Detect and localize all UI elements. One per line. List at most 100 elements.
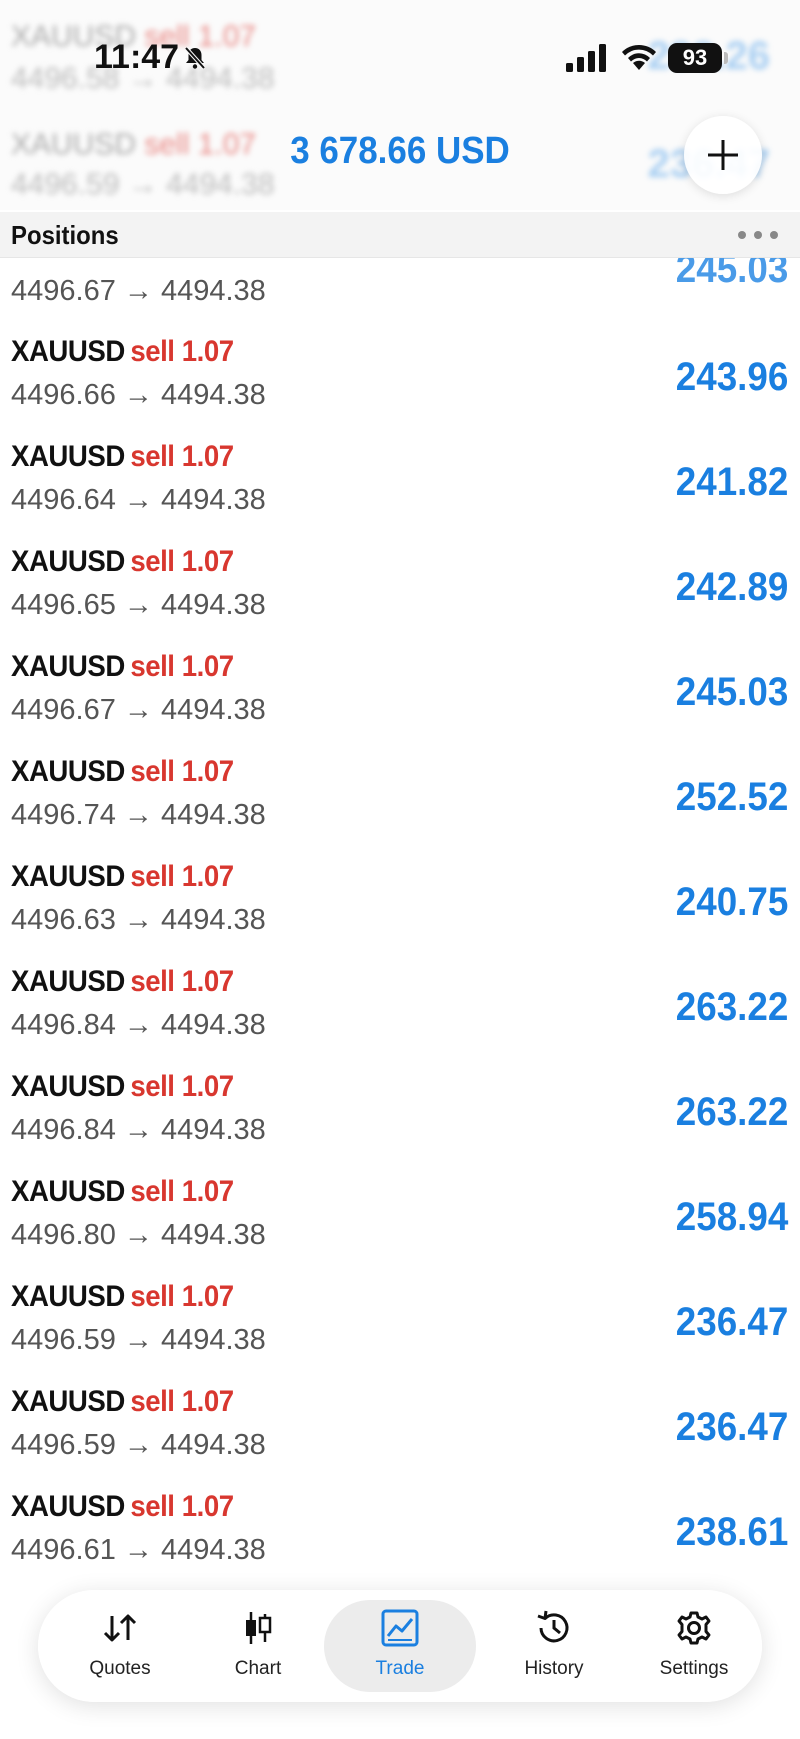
position-row[interactable]: XAUUSD sell 1.07 4496.64 → 4494.38 241.82 <box>0 432 800 537</box>
position-prices: 4496.64 → 4494.38 <box>11 484 266 516</box>
tab-label: Chart <box>234 1658 282 1679</box>
position-row[interactable]: XAUUSD sell 1.07 4496.66 → 4494.38 243.96 <box>0 327 800 432</box>
more-options-button[interactable] <box>738 229 778 241</box>
battery-tip <box>724 52 728 64</box>
position-title: XAUUSD sell 1.07 <box>11 860 234 894</box>
position-symbol: XAUUSD <box>11 860 125 893</box>
positions-section-header: Positions <box>0 212 800 258</box>
position-action: sell 1.07 <box>130 965 234 998</box>
position-profit: 240.75 <box>675 880 788 924</box>
position-title: XAUUSD sell 1.07 <box>11 755 234 789</box>
wifi-icon <box>622 44 656 70</box>
position-title: XAUUSD sell 1.07 <box>11 1175 234 1209</box>
position-title: XAUUSD sell 1.07 <box>11 650 234 684</box>
position-action: sell 1.07 <box>130 650 234 683</box>
position-action: sell 1.07 <box>130 1175 234 1208</box>
position-profit: 236.47 <box>675 1300 788 1344</box>
battery-indicator: 93 <box>668 43 722 73</box>
candlestick-icon <box>246 1612 272 1644</box>
position-row[interactable]: XAUUSD sell 1.07 4496.59 → 4494.38 236.47 <box>0 1272 800 1377</box>
position-profit: 243.96 <box>675 355 788 399</box>
position-row[interactable]: XAUUSD sell 1.07 4496.61 → 4494.38 238.61 <box>0 1482 800 1587</box>
position-action: sell 1.07 <box>130 440 234 473</box>
quotes-arrows-icon <box>103 1614 137 1642</box>
trade-chart-icon <box>381 1609 419 1647</box>
position-prices: 4496.74 → 4494.38 <box>11 799 266 831</box>
position-prices: 4496.63 → 4494.38 <box>11 904 266 936</box>
position-title: XAUUSD sell 1.07 <box>11 1070 234 1104</box>
position-prices: 4496.84 → 4494.38 <box>11 1009 266 1041</box>
tab-label: Quotes <box>89 1658 151 1679</box>
position-symbol: XAUUSD <box>11 335 125 368</box>
ghost-row-prices: 4496.59 → 4494.38 <box>11 168 275 201</box>
position-row[interactable]: XAUUSD sell 1.07 4496.84 → 4494.38 263.22 <box>0 957 800 1062</box>
position-profit: 263.22 <box>675 1090 788 1134</box>
position-symbol: XAUUSD <box>11 965 125 998</box>
tab-history[interactable]: History <box>484 1600 624 1692</box>
position-prices: 4496.59 → 4494.38 <box>11 1429 266 1461</box>
section-title: Positions <box>11 220 119 250</box>
position-row[interactable]: XAUUSD sell 1.07 4496.80 → 4494.38 258.94 <box>0 1167 800 1272</box>
position-symbol: XAUUSD <box>11 755 125 788</box>
position-title: XAUUSD sell 1.07 <box>11 965 234 999</box>
position-prices: 4496.67 → 4494.38 <box>11 275 266 307</box>
position-title: XAUUSD sell 1.07 <box>11 1280 234 1314</box>
position-symbol: XAUUSD <box>11 545 125 578</box>
position-profit: 238.61 <box>675 1510 788 1554</box>
tab-quotes[interactable]: Quotes <box>50 1600 190 1692</box>
position-title: XAUUSD sell 1.07 <box>11 440 234 474</box>
position-row[interactable]: XAUUSD sell 1.07 4496.59 → 4494.38 236.47 <box>0 1377 800 1482</box>
position-profit: 252.52 <box>675 775 788 819</box>
position-profit: 245.03 <box>675 670 788 714</box>
position-row[interactable]: XAUUSD sell 1.07 4496.74 → 4494.38 252.52 <box>0 747 800 852</box>
position-prices: 4496.61 → 4494.38 <box>11 1534 266 1566</box>
position-title: XAUUSD sell 1.07 <box>11 545 234 579</box>
position-row[interactable]: XAUUSD sell 1.07 4496.67 → 4494.38 245.03 <box>0 642 800 747</box>
position-action: sell 1.07 <box>130 1385 234 1418</box>
position-action: sell 1.07 <box>130 1490 234 1523</box>
bell-slash-icon <box>184 46 206 70</box>
position-prices: 4496.67 → 4494.38 <box>11 694 266 726</box>
position-title: XAUUSD sell 1.07 <box>11 1385 234 1419</box>
position-symbol: XAUUSD <box>11 650 125 683</box>
position-symbol: XAUUSD <box>11 440 125 473</box>
position-row[interactable]: XAUUSD sell 1.07 4496.84 → 4494.38 263.22 <box>0 1062 800 1167</box>
position-symbol: XAUUSD <box>11 1490 125 1523</box>
history-clock-icon <box>537 1610 569 1643</box>
position-action: sell 1.07 <box>130 860 234 893</box>
position-prices: 4496.66 → 4494.38 <box>11 379 266 411</box>
status-bar: 11:47 93 <box>0 0 800 110</box>
tab-label: Trade <box>375 1658 425 1679</box>
bottom-tab-bar: Quotes Chart Trade History Settings <box>38 1590 762 1702</box>
plus-icon <box>708 140 738 170</box>
position-title: XAUUSD sell 1.07 <box>11 1490 234 1524</box>
position-action: sell 1.07 <box>130 1070 234 1103</box>
position-profit: 242.89 <box>675 565 788 609</box>
tab-chart[interactable]: Chart <box>188 1600 328 1692</box>
account-balance: 3 678.66 USD <box>290 130 510 172</box>
add-order-button[interactable] <box>684 116 762 194</box>
position-prices: 4496.80 → 4494.38 <box>11 1219 266 1251</box>
position-row[interactable]: XAUUSD sell 1.07 4496.65 → 4494.38 242.89 <box>0 537 800 642</box>
position-symbol: XAUUSD <box>11 1385 125 1418</box>
position-profit: 263.22 <box>675 985 788 1029</box>
position-profit: 236.47 <box>675 1405 788 1449</box>
position-prices: 4496.65 → 4494.38 <box>11 589 266 621</box>
tab-settings[interactable]: Settings <box>624 1600 764 1692</box>
tab-trade[interactable]: Trade <box>324 1600 476 1692</box>
cellular-signal-icon <box>566 44 606 72</box>
position-prices: 4496.59 → 4494.38 <box>11 1324 266 1356</box>
position-symbol: XAUUSD <box>11 1280 125 1313</box>
position-title: XAUUSD sell 1.07 <box>11 335 234 369</box>
position-symbol: XAUUSD <box>11 1070 125 1103</box>
tab-label: History <box>524 1658 584 1679</box>
position-action: sell 1.07 <box>130 755 234 788</box>
tab-label: Settings <box>659 1658 729 1679</box>
position-symbol: XAUUSD <box>11 1175 125 1208</box>
position-action: sell 1.07 <box>130 545 234 578</box>
position-action: sell 1.07 <box>130 1280 234 1313</box>
gear-icon <box>677 1611 711 1645</box>
position-row[interactable]: XAUUSD sell 1.07 4496.63 → 4494.38 240.75 <box>0 852 800 957</box>
positions-list[interactable]: 4496.67 → 4494.38 245.03 XAUUSD sell 1.07… <box>0 0 800 1739</box>
position-prices: 4496.84 → 4494.38 <box>11 1114 266 1146</box>
